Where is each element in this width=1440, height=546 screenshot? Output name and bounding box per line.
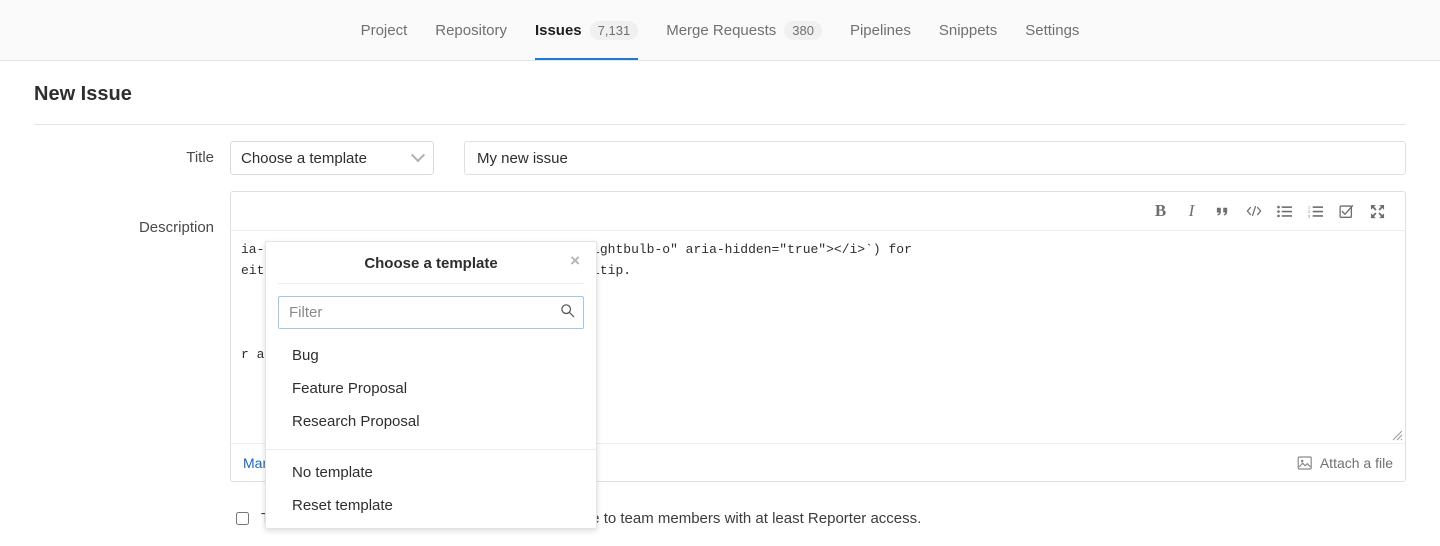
confidential-row: This issue is confidential and should on… <box>34 482 1406 527</box>
task-list-icon[interactable] <box>1331 197 1362 225</box>
nav-item-snippets[interactable]: Snippets <box>925 0 1011 60</box>
svg-text:2: 2 <box>1308 209 1310 213</box>
nav-badge-issues: 7,131 <box>590 21 639 40</box>
description-label: Description <box>34 191 230 239</box>
nav-item-settings[interactable]: Settings <box>1011 0 1093 60</box>
svg-text:1: 1 <box>1308 205 1310 209</box>
title-controls: Choose a template <box>230 141 1406 175</box>
nav-item-label: Merge Requests <box>666 22 776 39</box>
svg-text:3: 3 <box>1308 214 1310 218</box>
nav-badge-merge-requests: 380 <box>784 21 822 40</box>
nav-item-issues[interactable]: Issues 7,131 <box>521 0 652 60</box>
bold-icon[interactable]: B <box>1145 197 1176 225</box>
choose-template-button-label: Choose a template <box>241 150 367 167</box>
nav-item-label: Project <box>361 22 408 39</box>
template-filter-wrap <box>278 296 584 329</box>
choose-template-button[interactable]: Choose a template <box>230 141 434 175</box>
nav-item-label: Settings <box>1025 22 1079 39</box>
nav-item-label: Repository <box>435 22 507 39</box>
title-form-row: Title Choose a template <box>34 125 1406 175</box>
template-action-reset-template[interactable]: Reset template <box>266 489 596 522</box>
attach-file-button[interactable]: Attach a file <box>1297 455 1393 471</box>
template-dropdown-header: Choose a template × <box>278 242 584 284</box>
nav-item-pipelines[interactable]: Pipelines <box>836 0 925 60</box>
template-list: Bug Feature Proposal Research Proposal <box>266 339 596 438</box>
issue-title-input[interactable] <box>464 141 1406 175</box>
template-option-research-proposal[interactable]: Research Proposal <box>266 405 596 438</box>
project-nav-bar: Project Repository Issues 7,131 Merge Re… <box>0 0 1440 61</box>
code-icon[interactable] <box>1238 197 1269 225</box>
description-form-row: Description B I <box>34 175 1406 482</box>
chevron-down-icon <box>411 148 425 162</box>
bulleted-list-icon[interactable] <box>1269 197 1300 225</box>
nav-item-project[interactable]: Project <box>347 0 422 60</box>
project-nav-list: Project Repository Issues 7,131 Merge Re… <box>347 0 1094 60</box>
new-issue-page: New Issue Title Choose a template Descri… <box>0 61 1440 527</box>
confidential-checkbox[interactable] <box>236 512 249 525</box>
template-option-bug[interactable]: Bug <box>266 339 596 372</box>
quote-icon[interactable] <box>1207 197 1238 225</box>
attach-file-label: Attach a file <box>1320 455 1393 471</box>
template-filter-input[interactable] <box>278 296 584 329</box>
fullscreen-icon[interactable] <box>1362 197 1393 225</box>
search-icon <box>560 303 575 323</box>
numbered-list-icon[interactable]: 1 2 3 <box>1300 197 1331 225</box>
textarea-resize-handle[interactable] <box>1389 427 1403 441</box>
template-dropdown-title: Choose a template <box>364 255 497 272</box>
template-dropdown-menu: Choose a template × Bug Feature Proposal… <box>265 241 597 529</box>
nav-item-label: Issues <box>535 22 582 39</box>
template-option-feature-proposal[interactable]: Feature Proposal <box>266 372 596 405</box>
template-actions-list: No template Reset template <box>266 456 596 522</box>
nav-item-label: Pipelines <box>850 22 911 39</box>
template-dropdown-divider <box>266 449 596 450</box>
nav-item-label: Snippets <box>939 22 997 39</box>
title-label: Title <box>34 141 230 175</box>
template-action-no-template[interactable]: No template <box>266 456 596 489</box>
markdown-toolbar: B I <box>231 192 1405 231</box>
italic-icon[interactable]: I <box>1176 197 1207 225</box>
attach-file-icon <box>1297 455 1313 471</box>
nav-item-merge-requests[interactable]: Merge Requests 380 <box>652 0 836 60</box>
page-title: New Issue <box>34 61 1406 125</box>
close-icon[interactable]: × <box>566 252 584 270</box>
nav-item-repository[interactable]: Repository <box>421 0 521 60</box>
